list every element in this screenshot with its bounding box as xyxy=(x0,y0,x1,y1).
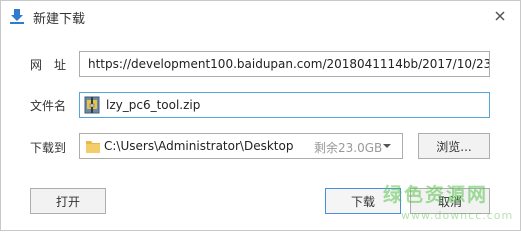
save-path-combobox[interactable]: C:\Users\Administrator\Desktop 剩余23.0GB xyxy=(79,133,403,159)
filename-label: 文件名 xyxy=(30,99,67,113)
save-to-label: 下载到 xyxy=(30,141,67,155)
folder-icon xyxy=(86,141,100,153)
download-button[interactable]: 下载 xyxy=(325,188,401,214)
close-button[interactable] xyxy=(489,6,511,26)
cancel-button[interactable]: 取消 xyxy=(410,188,490,214)
url-label: 网址 xyxy=(30,58,79,72)
filename-value: lzy_pc6_tool.zip xyxy=(106,98,201,112)
close-icon xyxy=(495,11,505,21)
dialog-title: 新建下载 xyxy=(33,12,86,27)
browse-button[interactable]: 浏览... xyxy=(418,133,490,159)
dropdown-arrow-icon[interactable] xyxy=(382,142,392,150)
title-bar: 新建下载 xyxy=(1,1,520,31)
free-space-label: 剩余23.0GB xyxy=(314,141,383,155)
filename-field[interactable]: lzy_pc6_tool.zip xyxy=(79,92,490,118)
open-button[interactable]: 打开 xyxy=(30,188,106,214)
url-field[interactable]: https://development100.baidupan.com/2018… xyxy=(79,51,490,77)
download-icon xyxy=(10,9,24,24)
zip-archive-icon xyxy=(84,96,100,114)
save-path-value: C:\Users\Administrator\Desktop xyxy=(104,139,294,153)
new-download-dialog: 新建下载 网址 https://development100.baidupan.… xyxy=(0,0,521,231)
url-value: https://development100.baidupan.com/2018… xyxy=(88,57,490,71)
